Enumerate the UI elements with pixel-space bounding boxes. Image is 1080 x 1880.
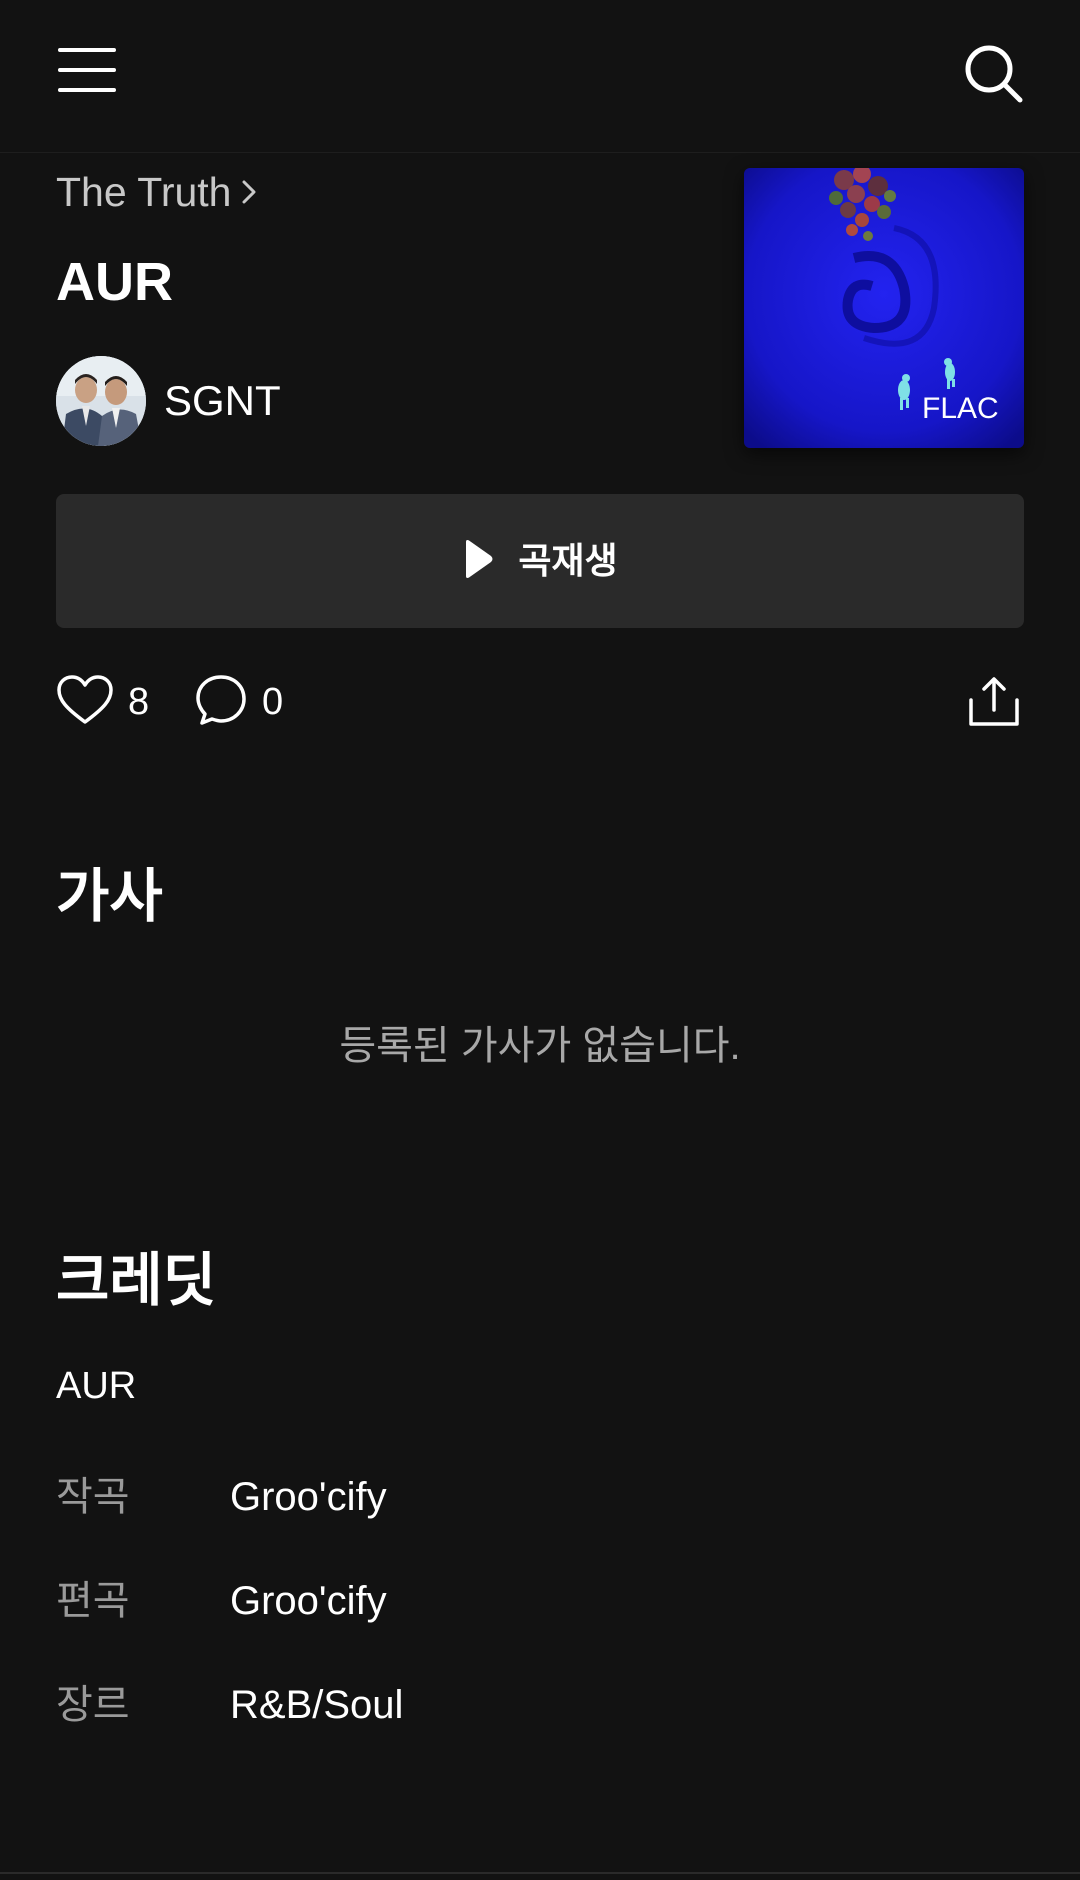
lyrics-heading: 가사 bbox=[56, 864, 163, 929]
quality-badge: FLAC bbox=[922, 392, 999, 425]
top-bar bbox=[0, 0, 1080, 153]
credit-value: Groo'cify bbox=[230, 1475, 387, 1519]
play-button-label: 곡재생 bbox=[518, 540, 618, 581]
credit-row-arranger: 편곡 Groo'cify bbox=[56, 1574, 1024, 1628]
credit-row-composer: 작곡 Groo'cify bbox=[56, 1470, 1024, 1524]
search-icon[interactable] bbox=[962, 42, 1026, 106]
lyrics-empty-message: 등록된 가사가 없습니다. bbox=[339, 1024, 741, 1068]
credits-song-title: AUR bbox=[56, 1365, 137, 1407]
artist-name: SGNT bbox=[164, 377, 281, 424]
song-title: AUR bbox=[56, 252, 173, 312]
comment-button[interactable]: 0 bbox=[194, 670, 283, 734]
album-link[interactable]: The Truth bbox=[56, 166, 257, 218]
chevron-right-icon bbox=[241, 177, 257, 212]
hamburger-menu-icon[interactable] bbox=[58, 46, 118, 94]
credit-row-genre: 장르 R&B/Soul bbox=[56, 1678, 1024, 1732]
heart-icon bbox=[56, 674, 114, 731]
credits-heading: 크레딧 bbox=[56, 1248, 217, 1313]
action-row: 8 0 bbox=[56, 670, 1024, 734]
credit-value: R&B/Soul bbox=[230, 1683, 404, 1727]
album-name: The Truth bbox=[56, 169, 232, 215]
credit-key: 작곡 bbox=[56, 1475, 130, 1519]
artist-link[interactable]: SGNT bbox=[56, 355, 281, 447]
credit-key: 편곡 bbox=[56, 1579, 130, 1623]
credit-value: Groo'cify bbox=[230, 1579, 387, 1623]
bottom-divider bbox=[0, 1872, 1080, 1874]
like-count: 8 bbox=[128, 681, 150, 723]
comment-icon bbox=[194, 673, 248, 732]
share-icon[interactable] bbox=[966, 674, 1022, 730]
like-button[interactable]: 8 bbox=[56, 670, 149, 734]
comment-count: 0 bbox=[262, 681, 284, 723]
credit-key: 장르 bbox=[56, 1683, 130, 1727]
play-song-button[interactable]: 곡재생 bbox=[56, 494, 1024, 628]
play-icon bbox=[462, 539, 494, 584]
artist-avatar bbox=[56, 356, 146, 446]
